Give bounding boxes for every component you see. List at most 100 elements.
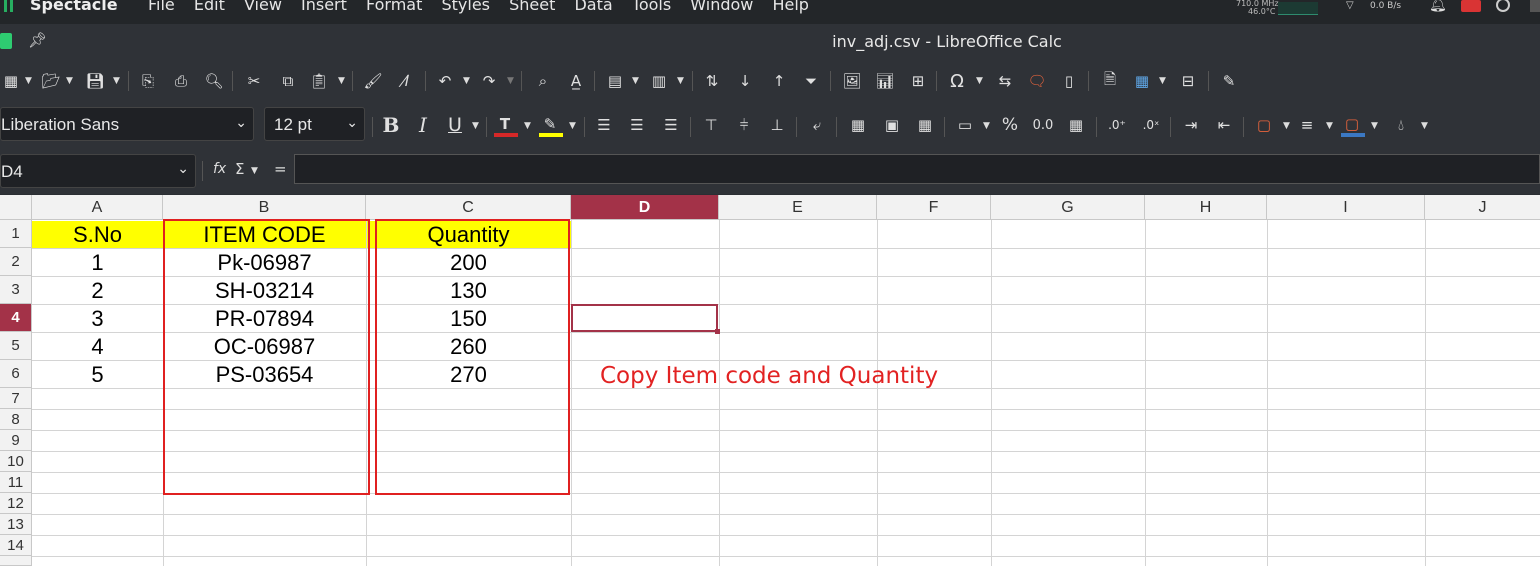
chevron-down-icon[interactable]: ⌄ [177,161,189,177]
show-draw-functions-icon[interactable]: ✎ [1218,70,1240,92]
save-icon[interactable]: 💾︎ [84,70,106,92]
paste-dropdown-icon[interactable]: ▼ [338,76,345,86]
menu-view[interactable]: View [244,0,282,14]
menu-window[interactable]: Window [690,0,753,14]
underline-icon[interactable]: U [444,114,466,136]
row-header-10[interactable]: 10 [0,451,32,472]
sort-ascending-icon[interactable]: ↓ [734,70,756,92]
column-header-h[interactable]: H [1145,195,1267,220]
hyperlink-icon[interactable]: ⇆ [994,70,1016,92]
freeze-dropdown-icon[interactable]: ▼ [1159,76,1166,86]
spreadsheet-grid[interactable]: A B C D E F G H I J 1 2 3 4 5 6 7 8 9 10… [0,195,1540,566]
new-icon[interactable]: ▦ [0,70,22,92]
find-replace-icon[interactable]: ⌕ [532,70,554,92]
column-dropdown-icon[interactable]: ▼ [677,76,684,86]
name-box[interactable]: D4 ⌄ [0,154,196,188]
currency-icon[interactable]: ▭ [954,114,976,136]
column-header-f[interactable]: F [877,195,991,220]
borders-icon[interactable]: ▢ [1253,114,1275,136]
row-header-13[interactable]: 13 [0,514,32,535]
row-header-5[interactable]: 5 [0,332,32,360]
menu-sheet[interactable]: Sheet [509,0,555,14]
row-header-12[interactable]: 12 [0,493,32,514]
sum-dropdown-icon[interactable]: ▼ [251,166,258,176]
bold-icon[interactable]: B [380,113,402,137]
menu-tools[interactable]: Tools [632,0,671,14]
print-preview-icon[interactable]: 🔍︎ [203,70,225,92]
row-header-7[interactable]: 7 [0,388,32,409]
insert-image-icon[interactable]: 🖼︎ [841,70,863,92]
row-header-14[interactable]: 14 [0,535,32,556]
clone-formatting-icon[interactable]: 🖌︎ [362,70,384,92]
redo-dropdown-icon[interactable]: ▼ [507,76,514,86]
border-style-dropdown-icon[interactable]: ▼ [1326,121,1333,131]
center-vertically-icon[interactable]: ⫩ [733,114,755,136]
open-icon[interactable]: 📂︎ [40,70,62,92]
cell-a5[interactable]: 4 [32,333,163,361]
font-size-combo[interactable]: 12 pt ⌄ [264,107,365,141]
conditional-icon[interactable]: 💧︎ [1390,114,1412,136]
column-header-c[interactable]: C [366,195,571,220]
bell-icon[interactable]: 🔔︎ [1429,0,1447,13]
row-header-1[interactable]: 1 [0,220,32,248]
menu-edit[interactable]: Edit [194,0,225,14]
cell-a2[interactable]: 1 [32,249,163,277]
menu-help[interactable]: Help [772,0,808,14]
fill-handle[interactable] [715,329,720,334]
align-center-icon[interactable]: ☰ [626,114,648,136]
border-color-dropdown-icon[interactable]: ▼ [1371,121,1378,131]
border-color-icon[interactable]: ▢ [1341,113,1363,135]
wrap-text-icon[interactable]: ⤶ [806,114,828,136]
border-style-icon[interactable]: ≡ [1296,114,1318,136]
clear-formatting-icon[interactable]: 𝐼̸ [396,70,418,92]
select-all-corner[interactable] [0,195,32,220]
chevron-down-icon[interactable]: ⌄ [346,114,358,131]
merge-center-icon[interactable]: ▦ [847,114,869,136]
selected-cell-d4[interactable] [571,304,718,332]
date-format-icon[interactable]: ▦ [1065,114,1087,136]
column-header-e[interactable]: E [719,195,877,220]
column-header-b[interactable]: B [163,195,366,220]
row-header-11[interactable]: 11 [0,472,32,493]
cell-a6[interactable]: 5 [32,361,163,389]
row-icon[interactable]: ▤ [604,70,626,92]
align-top-icon[interactable]: ⊤ [700,114,722,136]
font-color-icon[interactable]: T [494,113,516,135]
autofilter-icon[interactable]: ⏷ [800,70,822,92]
increase-indent-icon[interactable]: ⇥ [1180,114,1202,136]
align-bottom-icon[interactable]: ⊥ [766,114,788,136]
delete-decimal-icon[interactable]: .0ˣ [1140,114,1162,136]
underline-dropdown-icon[interactable]: ▼ [472,121,479,131]
red-tray-icon[interactable] [1461,0,1481,12]
column-header-d[interactable]: D [571,195,719,220]
chevron-down-icon[interactable]: ⌄ [235,114,247,131]
column-icon[interactable]: ▥ [648,70,670,92]
menu-styles[interactable]: Styles [441,0,490,14]
column-header-g[interactable]: G [991,195,1145,220]
undo-icon[interactable]: ↶ [434,70,456,92]
highlight-icon[interactable]: ✎ [539,113,561,135]
row-header-8[interactable]: 8 [0,409,32,430]
row-header-9[interactable]: 9 [0,430,32,451]
font-color-dropdown-icon[interactable]: ▼ [524,121,531,131]
font-name-combo[interactable]: Liberation Sans ⌄ [0,107,254,141]
cell-a3[interactable]: 2 [32,277,163,305]
menu-insert[interactable]: Insert [301,0,347,14]
conditional-dropdown-icon[interactable]: ▼ [1421,121,1428,131]
export-pdf-icon[interactable]: ⎘ [137,70,159,92]
borders-dropdown-icon[interactable]: ▼ [1283,121,1290,131]
menu-data[interactable]: Data [574,0,612,14]
number-format-icon[interactable]: 0.0 [1032,114,1054,136]
globe-icon[interactable] [1496,0,1510,12]
row-header-2[interactable]: 2 [0,248,32,276]
column-header-i[interactable]: I [1267,195,1425,220]
decrease-indent-icon[interactable]: ⇤ [1213,114,1235,136]
highlight-dropdown-icon[interactable]: ▼ [569,121,576,131]
align-left-icon[interactable]: ☰ [593,114,615,136]
menu-format[interactable]: Format [366,0,422,14]
function-wizard-icon[interactable]: fx [213,161,226,177]
formula-input[interactable] [294,154,1540,184]
row-header-3[interactable]: 3 [0,276,32,304]
row-header-4[interactable]: 4 [0,304,32,332]
save-dropdown-icon[interactable]: ▼ [113,76,120,86]
